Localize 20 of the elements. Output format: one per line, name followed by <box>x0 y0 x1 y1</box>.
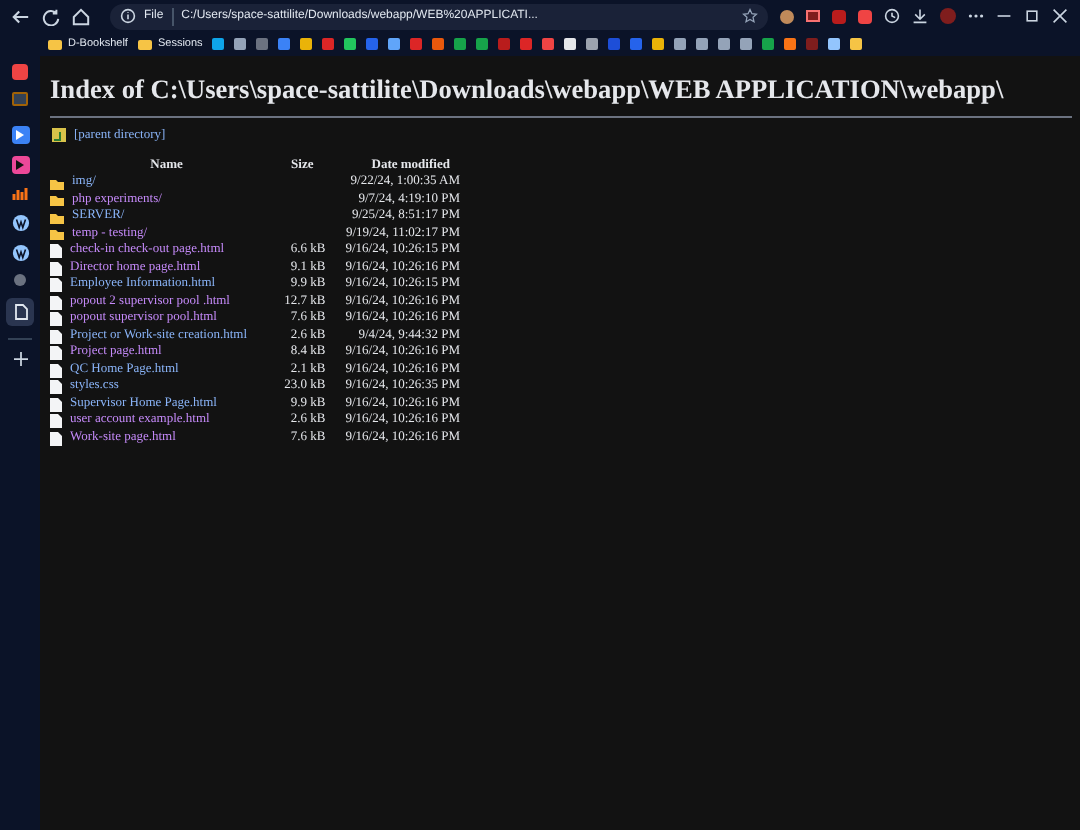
back-icon[interactable] <box>12 7 30 25</box>
wordpress-icon[interactable] <box>11 214 29 232</box>
chart-app-icon[interactable] <box>11 186 29 202</box>
more-icon[interactable] <box>968 12 984 20</box>
star-icon[interactable] <box>742 8 758 24</box>
add-icon[interactable] <box>13 352 27 366</box>
wordpress-icon[interactable] <box>11 244 29 262</box>
home-icon[interactable] <box>72 7 90 25</box>
info-icon <box>120 8 136 24</box>
download-icon[interactable] <box>912 8 928 24</box>
maximize-icon[interactable] <box>1024 8 1040 24</box>
folder-icon <box>137 39 152 49</box>
close-icon[interactable] <box>1052 8 1068 24</box>
folder-icon <box>48 39 62 49</box>
sidebar-app-icon[interactable] <box>11 126 29 144</box>
up-folder-icon <box>52 128 66 143</box>
history-icon[interactable] <box>884 8 900 24</box>
page-heading: Index of C:\Users\space-sattilite\Downloads\webapp\WEB APPLICATION\webapp\ <box>50 72 1006 108</box>
refresh-icon[interactable] <box>42 7 60 25</box>
page-icon <box>13 304 27 320</box>
